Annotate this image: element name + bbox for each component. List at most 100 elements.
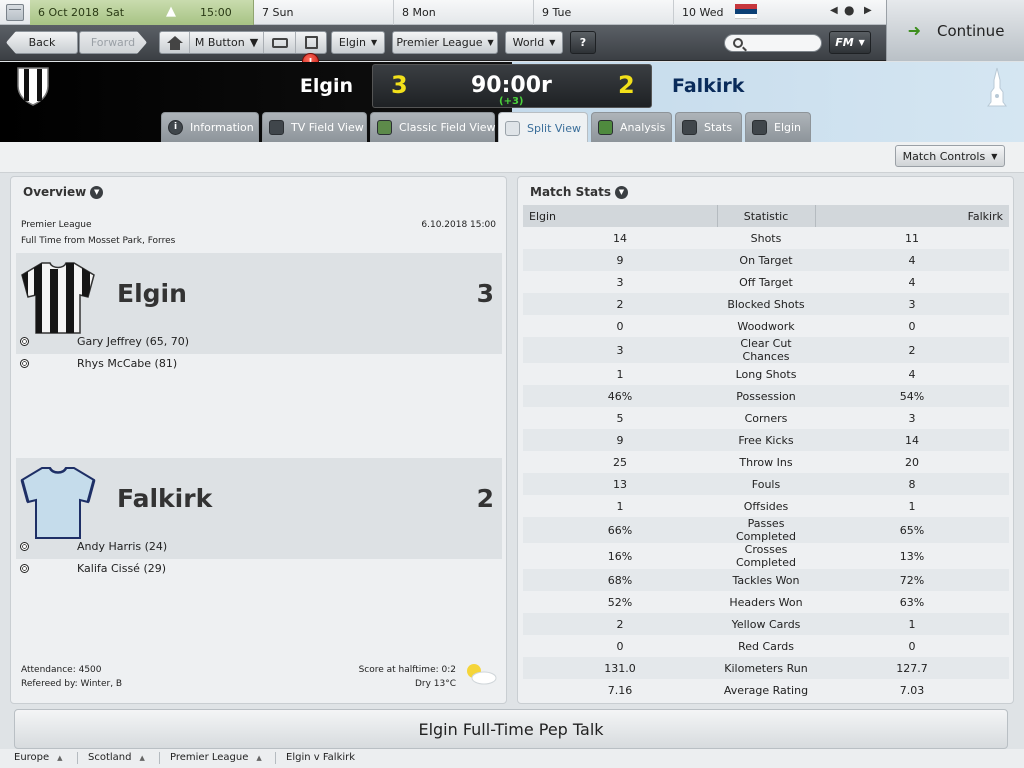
tab-stats[interactable]: Stats <box>675 112 742 142</box>
club-menu-button[interactable]: Elgin ▼ <box>331 31 385 54</box>
stat-away-value: 72% <box>815 569 1009 591</box>
breadcrumb-item[interactable]: Europe ▲ <box>14 752 63 763</box>
tab-information[interactable]: i Information <box>161 112 259 142</box>
news-icon <box>304 36 318 49</box>
home-team-name[interactable]: Elgin <box>240 75 353 97</box>
dropdown-icon: ▼ <box>614 185 628 199</box>
stat-away-value: 65% <box>815 517 1009 543</box>
stat-away-value: 4 <box>815 271 1009 293</box>
table-row: 13 Fouls 8 <box>523 473 1009 495</box>
search-input[interactable] <box>749 36 817 50</box>
stat-home-value: 52% <box>523 591 717 613</box>
home-button[interactable] <box>160 32 190 53</box>
stat-home-value: 13 <box>523 473 717 495</box>
chevron-down-icon: ▼ <box>370 38 378 47</box>
calendar-icon[interactable] <box>6 4 24 21</box>
match-stats-panel: Match Stats ▼ Elgin Statistic Falkirk 14 S… <box>517 176 1014 704</box>
m-button[interactable]: M Button ▼ <box>190 32 264 53</box>
calendar-today-dot-icon[interactable]: ● <box>844 3 854 17</box>
split-view-icon <box>505 120 520 136</box>
tab-split-view[interactable]: Split View <box>498 112 588 143</box>
fm-menu-button[interactable]: FM ▼ <box>829 31 871 54</box>
day-number: 10 <box>682 6 696 19</box>
overview-title[interactable]: Overview ▼ <box>23 185 104 199</box>
stat-away-value: 11 <box>815 227 1009 249</box>
goal-scorer[interactable]: Gary Jeffrey (65, 70) <box>77 335 189 348</box>
goal-scorer[interactable]: Kalifa Cissé (29) <box>77 562 166 575</box>
stat-home-value: 0 <box>523 635 717 657</box>
stat-name: Woodwork <box>717 315 815 337</box>
pep-talk-button[interactable]: Elgin Full-Time Pep Talk <box>14 709 1008 749</box>
club-menu-label: Elgin <box>338 36 366 49</box>
stat-away-value: 127.7 <box>815 657 1009 679</box>
match-controls-button[interactable]: Match Controls ▼ <box>895 145 1005 167</box>
search-box[interactable] <box>724 34 822 52</box>
breadcrumb-item[interactable]: Elgin v Falkirk <box>286 752 355 763</box>
continue-button[interactable]: ➜ Continue <box>886 0 1024 61</box>
table-row: 3 Clear Cut Chances 2 <box>523 337 1009 363</box>
away-team-name[interactable]: Falkirk <box>672 75 744 97</box>
competition-menu-button[interactable]: Premier League ▼ <box>392 31 498 54</box>
forward-button[interactable]: Forward <box>79 31 147 54</box>
column-header-home[interactable]: Elgin <box>523 205 718 227</box>
stat-home-value: 14 <box>523 227 717 249</box>
day-name: Tue <box>552 6 572 19</box>
breadcrumb-item[interactable]: Scotland ▲ <box>88 752 145 763</box>
competition-name[interactable]: Premier League <box>21 220 92 230</box>
chevron-up-icon: ▲ <box>57 753 63 762</box>
toolbar: Back Forward M Button▼ ! Elgin▼ Premier … <box>0 0 1024 70</box>
stat-name: Passes Completed <box>717 517 815 543</box>
stat-name: Corners <box>717 407 815 429</box>
calendar-time: 15:00 <box>200 6 232 19</box>
goal-scorer[interactable]: Rhys McCabe (81) <box>77 357 177 370</box>
news-button[interactable] <box>296 32 326 53</box>
tab-classic-field-view[interactable]: Classic Field View <box>370 112 496 142</box>
table-row: 1 Offsides 1 <box>523 495 1009 517</box>
column-header-away[interactable]: Falkirk <box>815 205 1009 227</box>
world-menu-button[interactable]: World ▼ <box>505 31 563 54</box>
calendar-today-date: 6 Oct 2018 Sat <box>38 6 124 19</box>
day-number: 7 <box>262 6 269 19</box>
back-button[interactable]: Back <box>6 31 78 54</box>
calendar-next-icon[interactable]: ▶ <box>864 5 872 16</box>
stat-name: Fouls <box>717 473 815 495</box>
falkirk-shirt-icon <box>20 467 96 539</box>
match-stats-title[interactable]: Match Stats ▼ <box>530 185 628 199</box>
tab-label: Elgin <box>774 121 802 134</box>
tab-team[interactable]: Elgin <box>745 112 811 142</box>
referee[interactable]: Refereed by: Winter, B <box>21 679 122 689</box>
table-row: 3 Off Target 4 <box>523 271 1009 293</box>
away-team-name[interactable]: Falkirk <box>117 484 212 513</box>
goal-scorer-row: Kalifa Cissé (29) <box>16 562 496 578</box>
search-icon <box>733 38 743 48</box>
goal-scorer[interactable]: Andy Harris (24) <box>77 540 167 553</box>
table-row: 16% Crosses Completed 13% <box>523 543 1009 569</box>
info-icon: i <box>168 120 183 135</box>
halftime-score: Score at halftime: 0:2 <box>358 665 456 675</box>
tab-analysis[interactable]: Analysis <box>591 112 672 142</box>
stat-away-value: 2 <box>815 337 1009 363</box>
calendar-day[interactable]: 7 Sun <box>254 0 394 25</box>
quick-tools-group: M Button ▼ <box>159 31 327 54</box>
inbox-button[interactable] <box>264 32 296 53</box>
goal-scorer-row: Rhys McCabe (81) <box>16 357 496 373</box>
calendar-today[interactable]: 6 Oct 2018 Sat ▲ 15:00 <box>30 0 254 25</box>
breadcrumb-item[interactable]: Premier League ▲ <box>170 752 262 763</box>
breadcrumb-divider <box>77 752 78 764</box>
stat-home-value: 25 <box>523 451 717 473</box>
stat-name: Tackles Won <box>717 569 815 591</box>
stat-away-value: 4 <box>815 249 1009 271</box>
chevron-down-icon: ▼ <box>549 38 556 47</box>
calendar-day[interactable]: 9 Tue <box>534 0 674 25</box>
calendar-prev-icon[interactable]: ◀ <box>830 5 838 16</box>
calendar-day[interactable]: 8 Mon <box>394 0 534 25</box>
chevron-down-icon: ▼ <box>858 38 865 47</box>
breadcrumb: Europe ▲ Scotland ▲ Premier League ▲ Elgin … <box>0 749 1024 768</box>
help-button[interactable]: ? <box>570 31 596 54</box>
home-team-name[interactable]: Elgin <box>117 279 187 308</box>
partly-cloudy-icon <box>467 664 497 685</box>
chevron-down-icon: ▼ <box>487 38 494 47</box>
tab-tv-field-view[interactable]: TV Field View <box>262 112 367 142</box>
match-venue: Full Time from Mosset Park, Forres <box>21 236 176 246</box>
column-header-statistic[interactable]: Statistic <box>717 205 816 227</box>
